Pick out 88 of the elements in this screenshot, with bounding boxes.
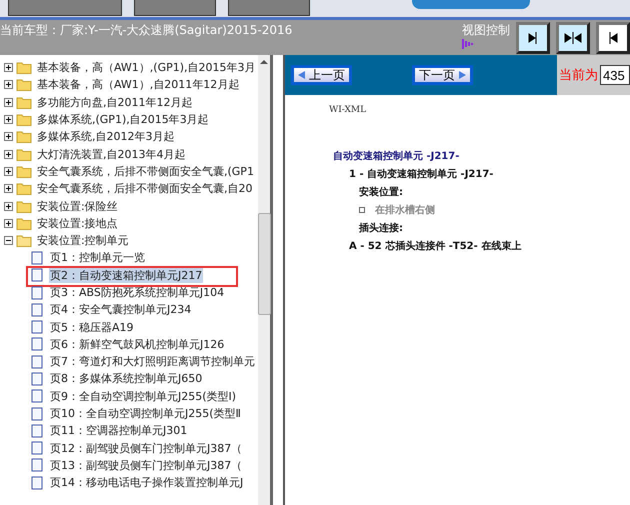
- tree-page-item[interactable]: 页3：ABS防抱死系统控制单元J104: [49, 285, 226, 300]
- vehicle-model-label: 当前车型：厂家:Y-一汽-大众速腾(Sagitar)2015-2016: [0, 22, 292, 39]
- tree-folder-item[interactable]: 多媒体系统,(GP1),自2015年3月起: [36, 112, 210, 128]
- tree-folder-item[interactable]: 基本装备，高（AW1）,自2011年12月起: [36, 77, 240, 92]
- tree-folder-item[interactable]: 安装位置:控制单元: [36, 233, 130, 248]
- split-arrows-icon: [563, 30, 583, 46]
- tree-folder-item[interactable]: 安全气囊系统，后排不带侧面安全气囊,(GP1: [36, 164, 255, 179]
- tree-page-item[interactable]: 页12：副驾驶员侧车门控制单元J387（: [49, 440, 244, 456]
- next-page-button[interactable]: 下一页: [412, 65, 473, 85]
- tree-page-item[interactable]: 页11：空调器控制单元J301: [49, 423, 188, 438]
- folder-icon: [16, 148, 32, 161]
- page-icon: [31, 424, 43, 438]
- tree-page-item[interactable]: 页6：新鲜空气鼓风机控制单元J126: [49, 336, 226, 352]
- folder-icon: [16, 130, 32, 144]
- tree-page-item[interactable]: 页2：自动变速箱控制单元J217: [49, 268, 204, 283]
- expand-icon[interactable]: [4, 132, 13, 142]
- document-line: 在排水槽右侧: [359, 203, 630, 217]
- page-icon: [31, 354, 43, 369]
- folder-icon: [16, 164, 32, 178]
- folder-icon: [16, 61, 32, 74]
- arrow-right-bar-button[interactable]: [516, 22, 550, 54]
- expand-icon[interactable]: [4, 150, 13, 159]
- arrow-left-icon: [298, 71, 305, 79]
- folder-icon: [16, 113, 32, 126]
- folder-icon: [16, 234, 32, 248]
- menu-button[interactable]: [8, 0, 122, 16]
- page-icon: [31, 406, 43, 421]
- section-heading: 插头连接:: [359, 222, 404, 235]
- tree-page-item[interactable]: 页7：弯道灯和大灯照明距离调节控制单元: [49, 354, 256, 370]
- page-icon: [31, 320, 43, 334]
- document-line: A - 52 芯插头连接件 -T52- 在线束上: [349, 240, 522, 253]
- expand-icon[interactable]: [4, 80, 13, 90]
- page-icon: [31, 268, 43, 282]
- tree-page-item[interactable]: 页13：副驾驶员侧车门控制单元J387（: [49, 458, 244, 473]
- tree-page-item[interactable]: 页9：全自动空调控制单元J255(类型Ⅰ): [49, 388, 238, 404]
- page-icon: [31, 250, 43, 265]
- source-label: WI-XML: [329, 105, 368, 115]
- page-icon: [31, 441, 43, 456]
- tree-page-item[interactable]: 页4：安全气囊控制单元J234: [49, 302, 192, 318]
- collapse-icon[interactable]: [4, 236, 13, 246]
- tree-folder-item[interactable]: 多媒体系统,自2012年3月起: [36, 129, 176, 144]
- document-title: 自动变速箱控制单元 -J217-: [333, 149, 460, 163]
- page-icon: [31, 476, 43, 490]
- folder-icon: [16, 216, 32, 230]
- previous-page-button[interactable]: 上一页: [291, 65, 352, 85]
- folder-icon: [16, 200, 32, 213]
- current-page-label: 当前为: [559, 67, 598, 84]
- page-icon: [31, 458, 43, 472]
- folder-icon: [16, 78, 32, 92]
- document-line: 1 - 自动变速箱控制单元 -J217-: [349, 167, 494, 181]
- split-view-button[interactable]: [556, 22, 590, 54]
- expand-icon[interactable]: [4, 202, 13, 211]
- tree-folder-item[interactable]: 安全气囊系统，后排不带侧面安全气囊,自20: [36, 181, 254, 196]
- section-heading: 安装位置:: [359, 185, 404, 199]
- page-icon: [31, 389, 43, 404]
- tree-page-item[interactable]: 页14：移动电话电子操作装置控制单元J: [49, 475, 244, 490]
- tree-folder-item[interactable]: 基本装备，高（AW1）,(GP1),自2015年3月: [36, 60, 257, 76]
- page-icon: [31, 286, 43, 300]
- sound-icon: [462, 39, 473, 49]
- tree-folder-item[interactable]: 多功能方向盘,自2011年12月起: [36, 94, 194, 110]
- expand-icon[interactable]: [4, 218, 13, 228]
- page-number-field[interactable]: 435: [600, 65, 630, 85]
- expand-icon[interactable]: [4, 98, 13, 107]
- page-icon: [31, 302, 43, 317]
- scrollbar-thumb[interactable]: [258, 213, 270, 315]
- menu-button[interactable]: [228, 0, 310, 16]
- page-icon: [31, 372, 43, 386]
- tree-page-item[interactable]: 页10：全自动空调控制单元J255(类型Ⅱ: [49, 406, 242, 422]
- tree-folder-item[interactable]: 安装位置:接地点: [36, 216, 119, 231]
- tree-page-item[interactable]: 页8：多媒体系统控制单元J650: [49, 371, 204, 386]
- page-icon: [31, 337, 43, 352]
- arrow-left-bar-button[interactable]: [596, 22, 630, 54]
- bullet-icon: [359, 207, 365, 213]
- expand-icon[interactable]: [4, 115, 13, 124]
- view-control-label: 视图控制: [462, 22, 510, 39]
- tab-button[interactable]: [412, 0, 530, 9]
- tree-page-item[interactable]: 页5：稳压器A19: [49, 320, 135, 335]
- expand-icon[interactable]: [4, 166, 13, 176]
- scroll-up-icon[interactable]: [260, 59, 268, 65]
- expand-icon[interactable]: [4, 63, 13, 72]
- tree-page-item[interactable]: 页1：控制单元一览: [49, 250, 146, 266]
- folder-icon: [16, 96, 32, 109]
- menu-button[interactable]: [134, 0, 216, 16]
- folder-icon: [16, 182, 32, 196]
- tree-folder-item[interactable]: 大灯清洗装置,自2013年4月起: [36, 146, 186, 162]
- tree-folder-item[interactable]: 安装位置:保险丝: [36, 198, 119, 214]
- expand-icon[interactable]: [4, 184, 13, 194]
- arrow-right-icon: [459, 71, 466, 79]
